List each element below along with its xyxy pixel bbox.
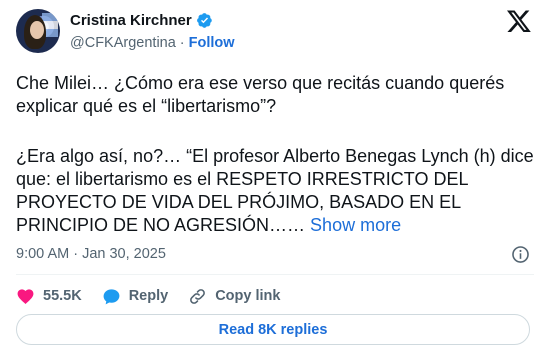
reply-button[interactable]: Reply	[102, 287, 169, 306]
show-more-link[interactable]: Show more	[310, 215, 401, 235]
x-logo-icon[interactable]	[506, 8, 532, 34]
copy-link-button[interactable]: Copy link	[188, 287, 280, 306]
link-icon	[190, 288, 206, 304]
like-button[interactable]: 55.5K	[16, 287, 82, 306]
tweet-paragraph-1: Che Milei… ¿Cómo era ese verso que recit…	[16, 73, 505, 116]
author-name[interactable]: Cristina Kirchner	[70, 12, 192, 29]
reply-label: Reply	[128, 288, 169, 304]
info-icon[interactable]	[511, 245, 530, 264]
separator-dot: ·	[179, 35, 185, 51]
avatar[interactable]	[16, 9, 60, 53]
copy-link-label: Copy link	[215, 288, 281, 304]
tweet-card: Cristina Kirchner @CFKArgentina · Follow…	[0, 0, 550, 361]
reply-bubble-icon	[103, 288, 120, 304]
avatar-face	[30, 21, 44, 39]
follow-button[interactable]: Follow	[189, 35, 235, 51]
author-name-row: Cristina Kirchner	[70, 12, 213, 29]
tweet-paragraph-2-text: ¿Era algo así, no?… “El profesor Alberto…	[16, 146, 534, 235]
tweet-paragraph-2: ¿Era algo así, no?… “El profesor Alberto…	[16, 145, 536, 237]
read-replies-button[interactable]: Read 8K replies	[16, 314, 530, 345]
heart-icon	[17, 288, 34, 304]
author-handle[interactable]: @CFKArgentina	[70, 35, 176, 51]
author-handle-row: @CFKArgentina · Follow	[70, 35, 235, 51]
action-bar: 55.5K Reply Copy link	[16, 284, 300, 308]
verified-badge-icon	[196, 12, 213, 29]
timestamp[interactable]: 9:00 AM · Jan 30, 2025	[16, 246, 166, 262]
like-count: 55.5K	[43, 288, 82, 304]
divider	[16, 274, 534, 275]
